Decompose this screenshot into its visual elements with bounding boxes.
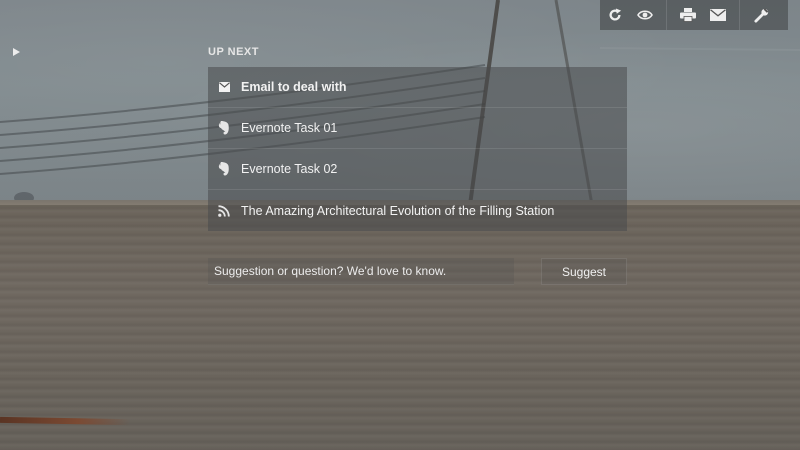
list-item[interactable]: The Amazing Architectural Evolution of t…	[208, 190, 627, 231]
sidebar-toggle-button[interactable]	[9, 45, 23, 59]
list-item[interactable]: Evernote Task 02	[208, 149, 627, 190]
toolbar-separator	[666, 0, 667, 30]
refresh-icon	[609, 8, 622, 21]
mail-icon	[217, 80, 231, 94]
up-next-heading: UP NEXT	[208, 46, 259, 58]
wrench-icon	[753, 7, 768, 23]
suggestion-input[interactable]	[208, 258, 514, 285]
email-button[interactable]	[703, 0, 733, 30]
list-item[interactable]: Email to deal with	[208, 67, 627, 108]
refresh-button[interactable]	[600, 0, 630, 30]
list-item[interactable]: Evernote Task 01	[208, 108, 627, 149]
print-icon	[680, 8, 696, 22]
settings-button[interactable]	[746, 0, 776, 30]
task-label: The Amazing Architectural Evolution of t…	[241, 203, 555, 218]
toolbar-separator	[739, 0, 740, 30]
eye-icon	[637, 10, 653, 20]
mail-icon	[710, 9, 726, 21]
desktop-screen: UP NEXT Email to deal with Evernote Task…	[0, 0, 800, 450]
suggest-button[interactable]: Suggest	[541, 258, 627, 285]
evernote-icon	[217, 121, 231, 135]
preview-button[interactable]	[630, 0, 660, 30]
play-icon	[13, 48, 20, 56]
task-label: Evernote Task 01	[241, 121, 338, 135]
task-label: Email to deal with	[241, 80, 347, 94]
task-label: Evernote Task 02	[241, 162, 338, 176]
top-toolbar	[600, 0, 788, 30]
evernote-icon	[217, 162, 231, 176]
up-next-list: Email to deal with Evernote Task 01 Ever…	[208, 67, 627, 231]
background-wood	[0, 205, 800, 450]
rss-icon	[217, 204, 231, 218]
print-button[interactable]	[673, 0, 703, 30]
